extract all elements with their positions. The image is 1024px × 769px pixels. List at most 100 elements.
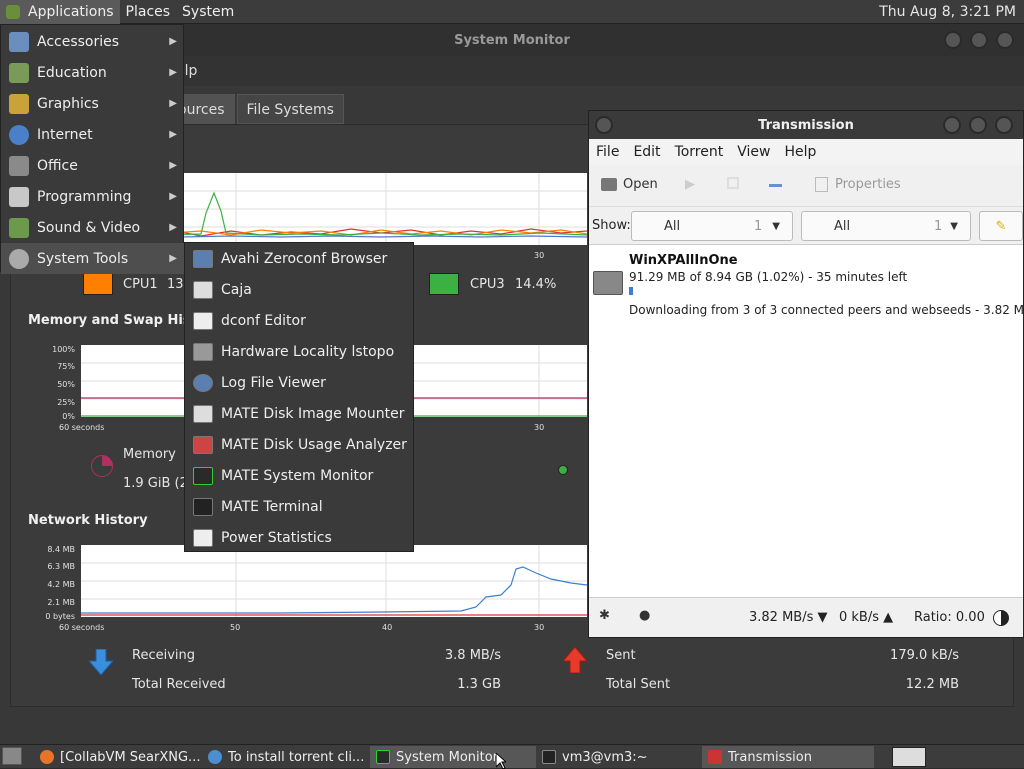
maximize-button[interactable] xyxy=(970,31,988,49)
net-y-tick: 6.3 MB xyxy=(47,562,75,571)
taskbar-item-system-monitor[interactable]: System Monitor xyxy=(370,746,536,768)
task-label: Transmission xyxy=(728,749,812,765)
firefox-icon xyxy=(40,750,54,764)
menu-item-system-monitor[interactable]: MATE System Monitor xyxy=(185,460,415,491)
places-menu[interactable]: Places xyxy=(120,0,177,24)
submenu-arrow-icon: ▶ xyxy=(169,160,177,171)
avahi-icon xyxy=(193,249,213,268)
menu-file[interactable]: File xyxy=(589,144,626,160)
start-icon[interactable]: ▶ xyxy=(685,177,695,192)
menu-edit[interactable]: Edit xyxy=(626,144,667,160)
broom-icon: ✎ xyxy=(995,218,1007,234)
clear-filter-button[interactable]: ✎ xyxy=(979,211,1023,241)
net-x-tick: 50 xyxy=(230,623,241,632)
properties-button[interactable]: Properties xyxy=(815,177,901,192)
download-speed[interactable]: 3.82 MB/s ▼ xyxy=(749,610,828,625)
menu-item-label: Avahi Zeroconf Browser xyxy=(221,250,388,267)
swap-pie-icon[interactable] xyxy=(558,465,568,475)
power-statistics-icon xyxy=(193,528,213,547)
total-received-label: Total Received xyxy=(132,677,226,692)
menu-item-system-tools[interactable]: System Tools ▶ xyxy=(1,243,185,274)
menu-item-lstopo[interactable]: Hardware Locality lstopo xyxy=(185,336,415,367)
submenu-arrow-icon: ▶ xyxy=(169,36,177,47)
tab-file-systems[interactable]: File Systems xyxy=(236,94,344,124)
tracker-filter-dropdown[interactable]: All 1 ▼ xyxy=(801,211,971,241)
bottom-taskbar: [CollabVM SearXNG... To install torrent … xyxy=(0,744,1024,769)
ratio-mode-icon[interactable] xyxy=(993,610,1009,626)
submenu-arrow-icon: ▶ xyxy=(169,253,177,264)
menu-item-office[interactable]: Office ▶ xyxy=(1,150,185,181)
torrent-progress-text: 91.29 MB of 8.94 GB (1.02%) - 35 minutes… xyxy=(629,270,908,284)
cpu1-color-swatch[interactable] xyxy=(83,273,113,295)
workspace-switcher[interactable] xyxy=(892,747,926,767)
close-button[interactable] xyxy=(996,31,1014,49)
net-y-tick: 4.2 MB xyxy=(47,580,75,589)
top-panel: Applications Places System Thu Aug 8, 3:… xyxy=(0,0,1024,24)
taskbar-item-transmission[interactable]: Transmission xyxy=(702,746,874,768)
menu-item-dconf[interactable]: dconf Editor xyxy=(185,305,415,336)
dropdown-arrow-icon: ▼ xyxy=(950,220,958,232)
menu-view[interactable]: View xyxy=(730,144,777,160)
dconf-icon xyxy=(193,311,213,330)
menu-item-disk-usage[interactable]: MATE Disk Usage Analyzer xyxy=(185,429,415,460)
net-y-tick: 2.1 MB xyxy=(47,598,75,607)
cpu3-color-swatch[interactable] xyxy=(429,273,459,295)
menu-item-caja[interactable]: Caja xyxy=(185,274,415,305)
net-x-tick: 60 seconds xyxy=(59,623,105,632)
education-icon xyxy=(9,62,29,83)
receiving-arrow-icon[interactable] xyxy=(89,649,113,675)
menu-torrent[interactable]: Torrent xyxy=(668,144,731,160)
menu-help[interactable]: Help xyxy=(777,144,823,160)
upload-speed[interactable]: 0 kB/s ▲ xyxy=(839,610,893,625)
transmission-statusbar: ✱ ● 3.82 MB/s ▼ 0 kB/s ▲ Ratio: 0.00 xyxy=(589,597,1023,637)
menu-item-internet[interactable]: Internet ▶ xyxy=(1,119,185,150)
sent-arrow-icon[interactable] xyxy=(563,647,587,673)
places-menu-label: Places xyxy=(125,3,171,20)
menu-item-programming[interactable]: Programming ▶ xyxy=(1,181,185,212)
close-button[interactable] xyxy=(995,116,1013,134)
gear-icon xyxy=(9,248,29,269)
menu-item-sound-video[interactable]: Sound & Video ▶ xyxy=(1,212,185,243)
applications-menu[interactable]: Applications xyxy=(0,0,120,24)
accessories-icon xyxy=(9,31,29,52)
transmission-titlebar[interactable]: Transmission xyxy=(589,111,1023,139)
preferences-wrench-icon[interactable]: ✱ xyxy=(599,608,610,623)
menu-item-education[interactable]: Education ▶ xyxy=(1,57,185,88)
pause-icon[interactable] xyxy=(727,177,739,189)
maximize-button[interactable] xyxy=(969,116,987,134)
torrent-name: WinXPAllInOne xyxy=(629,253,738,268)
system-monitor-icon xyxy=(193,466,213,485)
menu-item-log-viewer[interactable]: Log File Viewer xyxy=(185,367,415,398)
minimize-button[interactable] xyxy=(944,31,962,49)
transmission-window: Transmission File Edit Torrent View Help… xyxy=(588,110,1024,638)
menu-item-graphics[interactable]: Graphics ▶ xyxy=(1,88,185,119)
remove-icon[interactable] xyxy=(769,184,782,187)
menu-item-avahi[interactable]: Avahi Zeroconf Browser xyxy=(185,243,415,274)
torrent-row[interactable]: WinXPAllInOne 91.29 MB of 8.94 GB (1.02%… xyxy=(589,247,1024,321)
turtle-icon[interactable]: ● xyxy=(639,608,650,623)
net-y-tick: 8.4 MB xyxy=(47,545,75,554)
menu-item-power-statistics[interactable]: Power Statistics xyxy=(185,522,415,553)
folder-icon xyxy=(593,271,623,295)
menu-item-disk-image-mounter[interactable]: MATE Disk Image Mounter xyxy=(185,398,415,429)
system-menu[interactable]: System xyxy=(176,0,240,24)
disk-usage-icon xyxy=(193,435,213,454)
taskbar-item-terminal[interactable]: vm3@vm3:~ xyxy=(536,746,702,768)
progress-bar xyxy=(629,287,1019,295)
menu-item-terminal[interactable]: MATE Terminal xyxy=(185,491,415,522)
filter-value: All xyxy=(834,218,851,234)
cpu1-label: CPU1 xyxy=(123,277,158,292)
taskbar-item-chrome[interactable]: To install torrent cli... xyxy=(202,746,370,768)
menu-item-label: MATE System Monitor xyxy=(221,467,374,484)
open-button[interactable]: Open xyxy=(601,177,658,192)
menu-item-accessories[interactable]: Accessories ▶ xyxy=(1,26,185,57)
menu-item-label: Log File Viewer xyxy=(221,374,326,391)
show-desktop-icon[interactable] xyxy=(2,747,22,765)
memory-pie-icon[interactable] xyxy=(91,455,113,477)
taskbar-item-firefox[interactable]: [CollabVM SearXNG... xyxy=(34,746,202,768)
clock[interactable]: Thu Aug 8, 3:21 PM xyxy=(879,0,1016,24)
window-menu-button[interactable] xyxy=(595,116,613,134)
menu-item-label: MATE Disk Usage Analyzer xyxy=(221,436,407,453)
minimize-button[interactable] xyxy=(943,116,961,134)
activity-filter-dropdown[interactable]: All 1 ▼ xyxy=(631,211,793,241)
